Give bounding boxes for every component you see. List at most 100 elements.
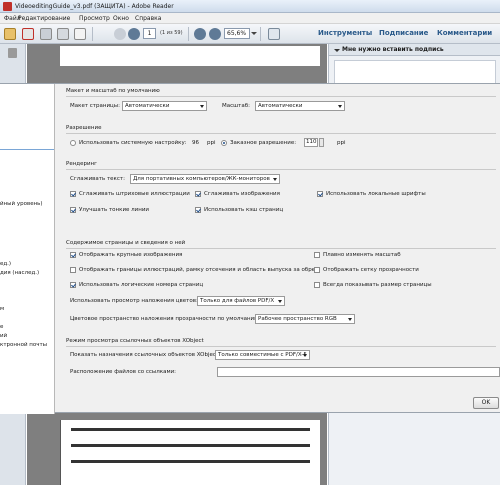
menu-edit[interactable]: Редактирование	[18, 15, 70, 22]
smooth-images-checkbox[interactable]	[195, 191, 201, 197]
art-trim-bleed-label: Отображать границы иллюстраций, рамку от…	[79, 267, 318, 273]
category-list: йный уровень) ед.) дия (наслед.) м е ий …	[0, 84, 55, 414]
sign-button[interactable]: Подписание	[379, 29, 428, 37]
content-section-title: Содержимое страницы и сведения о ней	[66, 240, 186, 246]
lock-icon[interactable]	[8, 48, 17, 58]
zoom-select[interactable]: Автоматически	[255, 101, 345, 111]
document-page	[60, 420, 320, 485]
collapse-arrow-icon[interactable]	[334, 49, 340, 52]
smooth-text-select[interactable]: Для портативных компьютеров/ЖК-мониторов	[130, 174, 280, 184]
enhance-thin-lines-checkbox[interactable]	[70, 207, 76, 213]
menu-help[interactable]: Справка	[135, 15, 161, 22]
large-images-checkbox[interactable]	[70, 252, 76, 258]
toolbar-separator	[92, 27, 93, 41]
section-divider	[66, 346, 496, 347]
doc-page-size-checkbox[interactable]	[314, 282, 320, 288]
category-item[interactable]: дия (наслед.)	[0, 270, 39, 276]
smooth-line-art-label: Сглаживать штриховые иллюстрации	[79, 191, 190, 197]
section-divider	[66, 96, 496, 97]
art-trim-bleed-checkbox[interactable]	[70, 267, 76, 273]
page-cache-checkbox[interactable]	[195, 207, 201, 213]
custom-resolution-label: Заказное разрешение:	[230, 140, 297, 146]
section-divider	[66, 248, 496, 249]
category-divider	[0, 149, 54, 150]
comments-button[interactable]: Комментарии	[437, 29, 492, 37]
custom-resolution-radio[interactable]	[221, 140, 227, 146]
toolbar-separator	[188, 27, 189, 41]
smooth-text-label: Сглаживать текст:	[70, 176, 125, 182]
category-item[interactable]: ктронной почты	[0, 342, 47, 348]
page-layout-select[interactable]: Автоматически	[122, 101, 207, 111]
smooth-zoom-label: Плавно изменять масштаб	[323, 252, 401, 258]
local-fonts-checkbox[interactable]	[317, 191, 323, 197]
custom-dpi-stepper[interactable]	[319, 138, 324, 147]
toolbar-separator	[260, 27, 261, 41]
menu-view[interactable]: Просмотр	[79, 15, 110, 22]
sign-panel-header[interactable]: Мне нужно вставить подпись	[329, 44, 500, 56]
category-item[interactable]: е	[0, 324, 3, 330]
page-content-line	[71, 444, 310, 447]
resolution-section-title: Разрешение	[66, 125, 102, 131]
acrobat-icon	[3, 2, 12, 11]
xobject-location-input[interactable]	[217, 367, 500, 377]
zoom-in-icon[interactable]	[209, 28, 221, 40]
transparency-grid-label: Отображать сетку прозрачности	[323, 267, 419, 273]
xobject-section-title: Режим просмотра ссылочных объектов XObje…	[66, 338, 204, 344]
system-dpi-value: 96	[192, 140, 199, 146]
zoom-out-icon[interactable]	[194, 28, 206, 40]
xobject-location-label: Расположение файлов со ссылками:	[70, 369, 177, 375]
logical-page-numbers-checkbox[interactable]	[70, 282, 76, 288]
smooth-images-label: Сглаживать изображения	[204, 191, 280, 197]
overprint-preview-label: Использовать просмотр наложения цветов:	[70, 298, 198, 304]
section-divider	[66, 133, 496, 134]
local-fonts-label: Использовать локальные шрифты	[326, 191, 426, 197]
save-icon[interactable]	[40, 28, 52, 40]
category-item[interactable]: ий	[0, 333, 7, 339]
zoom-input[interactable]: 65,6%	[224, 28, 250, 39]
menu-bar: Файл Редактирование Просмотр Окно Справк…	[0, 13, 500, 24]
custom-dpi-input[interactable]: 110	[304, 138, 318, 147]
tools-button[interactable]: Инструменты	[318, 29, 372, 37]
zoom-label: Масштаб:	[222, 103, 250, 109]
page-layout-label: Макет страницы:	[70, 103, 120, 109]
doc-page-size-label: Всегда показывать размер страницы	[323, 282, 432, 288]
large-images-label: Отображать крупные изображения	[79, 252, 183, 258]
category-item[interactable]: йный уровень)	[0, 201, 43, 207]
overprint-preview-select[interactable]: Только для файлов PDF/X	[197, 296, 285, 306]
email-icon[interactable]	[74, 28, 86, 40]
category-item[interactable]: м	[0, 306, 4, 312]
open-icon[interactable]	[4, 28, 16, 40]
ok-button[interactable]: OK	[473, 397, 499, 409]
ppi-unit: ppi	[207, 140, 216, 146]
smooth-line-art-checkbox[interactable]	[70, 191, 76, 197]
page-content-line	[71, 460, 310, 463]
blend-space-select[interactable]: Рабочее пространство RGB	[255, 314, 355, 324]
fit-icon[interactable]	[268, 28, 280, 40]
system-setting-radio[interactable]	[70, 140, 76, 146]
toolbar: 1 (1 из 59) 65,6% Инструменты Подписание…	[0, 24, 500, 44]
page-content-line	[71, 428, 310, 431]
enhance-thin-lines-label: Улучшать тонкие линии	[79, 207, 149, 213]
create-icon[interactable]	[22, 28, 34, 40]
smooth-zoom-checkbox[interactable]	[314, 252, 320, 258]
prev-page-icon[interactable]	[114, 28, 126, 40]
rendering-section-title: Рендеринг	[66, 161, 98, 167]
print-icon[interactable]	[57, 28, 69, 40]
sign-panel-title: Мне нужно вставить подпись	[342, 46, 444, 53]
system-setting-label: Использовать системную настройку:	[79, 140, 187, 146]
layout-section-title: Макет и масштаб по умолчанию	[66, 88, 160, 94]
zoom-dropdown-icon[interactable]	[251, 32, 257, 35]
xobject-targets-select[interactable]: Только совместимые с PDF/X-5	[215, 350, 310, 360]
title-bar: VideoeditingGuide_v3.pdf (ЗАЩИТА) - Adob…	[0, 0, 500, 13]
category-item[interactable]: ед.)	[0, 261, 11, 267]
preferences-dialog: йный уровень) ед.) дия (наслед.) м е ий …	[0, 83, 500, 414]
transparency-grid-checkbox[interactable]	[314, 267, 320, 273]
page-count: (1 из 59)	[160, 30, 183, 36]
next-page-icon[interactable]	[128, 28, 140, 40]
ppi-unit: ppi	[337, 140, 346, 146]
page-cache-label: Использовать кэш страниц	[204, 207, 284, 213]
blend-space-label: Цветовое пространство наложения прозрачн…	[70, 316, 261, 322]
menu-window[interactable]: Окно	[113, 15, 129, 22]
page-number-input[interactable]: 1	[143, 28, 156, 39]
document-page	[60, 46, 320, 66]
